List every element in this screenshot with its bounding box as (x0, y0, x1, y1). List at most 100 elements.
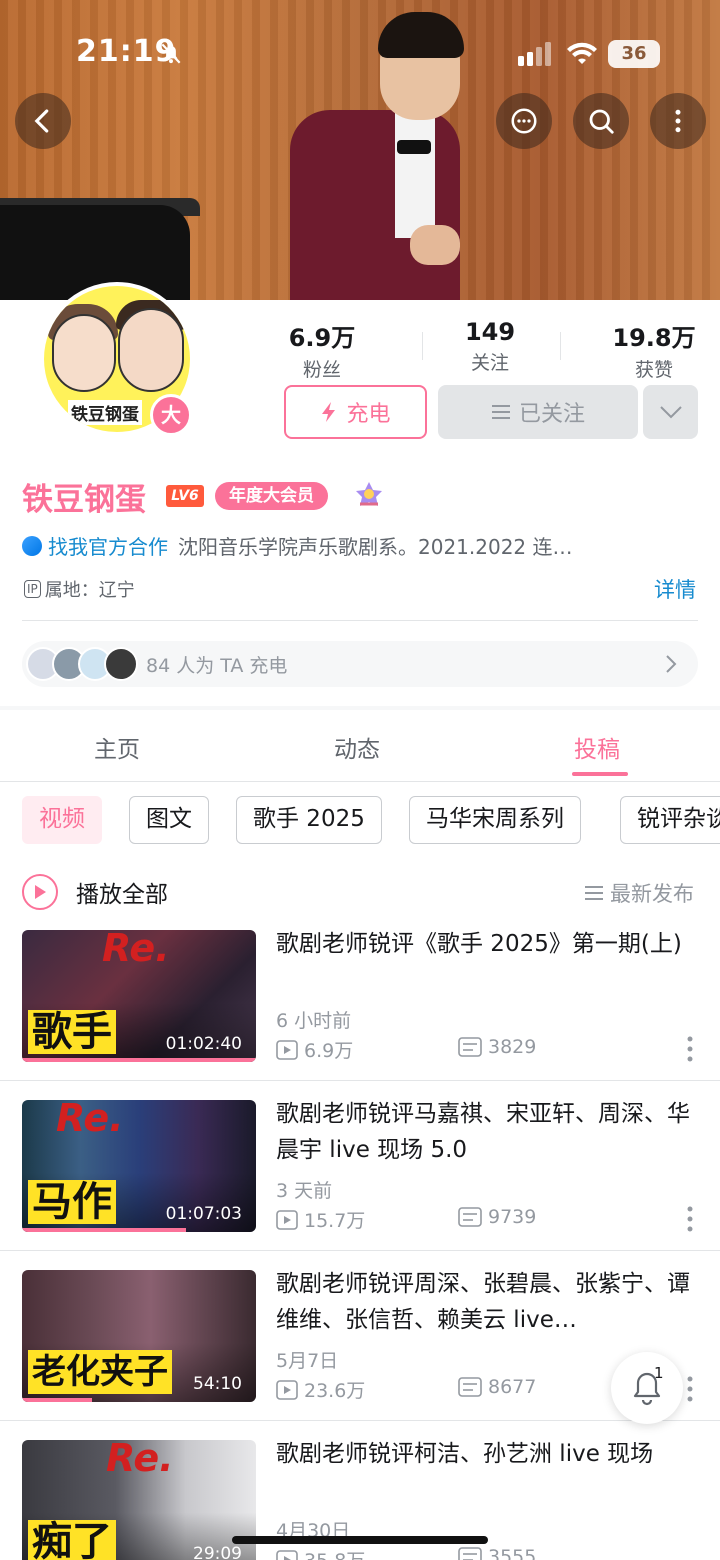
video-duration: 54:10 (193, 1374, 242, 1394)
more-vertical-icon[interactable] (684, 1374, 696, 1404)
chip-singer-2025[interactable]: 歌手 2025 (236, 796, 382, 844)
ip-tag: IP (24, 580, 41, 598)
official-cooperation-row[interactable]: 找我官方合作 沈阳音乐学院声乐歌剧系。2021.2022 连… (22, 531, 702, 560)
video-danmaku: 3829 (458, 1036, 536, 1058)
username: 铁豆钢蛋 (22, 482, 146, 518)
video-title[interactable]: 歌剧老师锐评周深、张碧晨、张紫宁、谭维维、张信哲、赖美云 live… (276, 1266, 696, 1338)
thumbnail-text: 老化夹子 (28, 1350, 172, 1394)
stat-fans[interactable]: 6.9万 粉丝 (278, 318, 366, 382)
video-title[interactable]: 歌剧老师锐评《歌手 2025》第一期(上) (276, 926, 696, 962)
watch-progress (22, 1228, 186, 1232)
level-badge: LV6 (166, 485, 204, 507)
video-item[interactable]: Re. 歌手 01:02:40 歌剧老师锐评《歌手 2025》第一期(上) 6 … (0, 930, 720, 1100)
watch-progress (22, 1398, 93, 1402)
medal-icon[interactable] (352, 478, 386, 512)
play-count-icon (276, 1549, 298, 1560)
more-vertical-icon (675, 109, 681, 133)
tab-submissions[interactable]: 投稿 (574, 730, 620, 764)
video-item[interactable]: Re. 马作 01:07:03 歌剧老师锐评马嘉祺、宋亚轩、周深、华晨宇 liv… (0, 1100, 720, 1270)
video-views: 35.8万 (276, 1546, 365, 1560)
home-indicator (232, 1536, 488, 1544)
details-link[interactable]: 详情 (654, 574, 696, 604)
chevron-right-icon (666, 655, 677, 673)
video-title[interactable]: 歌剧老师锐评柯洁、孙艺洲 live 现场 (276, 1436, 696, 1472)
thumbnail-text: 痴了 (28, 1520, 116, 1560)
category-chips: 视频 图文 歌手 2025 马华宋周系列 锐评杂谈 (22, 796, 720, 846)
profile-tabs: 主页 动态 投稿 (0, 710, 720, 782)
chevron-left-icon (34, 109, 49, 133)
ip-location: IP 属地：辽宁 (24, 576, 135, 602)
more-options-button[interactable] (650, 93, 706, 149)
danmaku-icon (458, 1037, 482, 1057)
video-danmaku: 3555 (458, 1546, 536, 1560)
cellular-signal-icon (518, 42, 551, 66)
chip-image-text[interactable]: 图文 (129, 796, 209, 844)
notification-button[interactable] (611, 1352, 683, 1424)
danmaku-icon (458, 1207, 482, 1227)
chip-series[interactable]: 马华宋周系列 (409, 796, 581, 844)
video-item[interactable]: 老化夹子 54:10 歌剧老师锐评周深、张碧晨、张紫宁、谭维维、张信哲、赖美云 … (0, 1270, 720, 1440)
follow-dropdown-button[interactable] (643, 385, 698, 439)
avatar-name-tag: 铁豆钢蛋 (68, 400, 142, 425)
sort-label: 最新发布 (610, 882, 694, 906)
supporter-avatar (104, 647, 138, 681)
back-button[interactable] (15, 93, 71, 149)
charge-supporters-bar[interactable]: 84 人为 TA 充电 (22, 641, 698, 687)
stat-fans-value: 6.9万 (288, 324, 356, 352)
play-icon (22, 874, 58, 910)
video-views: 15.7万 (276, 1206, 365, 1233)
sort-lines-icon (585, 886, 603, 900)
charge-supporters-text: 84 人为 TA 充电 (146, 654, 288, 677)
video-thumbnail[interactable]: Re. 马作 01:07:03 (22, 1100, 256, 1232)
chip-video[interactable]: 视频 (22, 796, 102, 844)
danmaku-icon (458, 1377, 482, 1397)
video-thumbnail[interactable]: Re. 歌手 01:02:40 (22, 930, 256, 1062)
active-tab-indicator (572, 772, 628, 776)
tab-home[interactable]: 主页 (94, 730, 140, 764)
bio-text: 沈阳音乐学院声乐歌剧系。2021.2022 连… (178, 535, 573, 559)
danmaku-icon (458, 1547, 482, 1560)
stat-fans-label: 粉丝 (302, 359, 341, 381)
thumbnail-text: 歌手 (28, 1010, 116, 1054)
more-vertical-icon[interactable] (684, 1204, 696, 1234)
video-duration: 29:09 (193, 1544, 242, 1560)
vip-badge[interactable]: 年度大会员 (215, 482, 328, 510)
video-danmaku: 8677 (458, 1376, 536, 1398)
message-button[interactable] (496, 93, 552, 149)
play-count-icon (276, 1209, 298, 1230)
search-icon (589, 109, 614, 134)
sort-button[interactable]: 最新发布 (584, 878, 694, 908)
search-button[interactable] (573, 93, 629, 149)
video-date: 6 小时前 (276, 1010, 352, 1032)
more-vertical-icon[interactable] (684, 1034, 696, 1064)
play-count-icon (276, 1039, 298, 1060)
charge-button[interactable]: 充电 (284, 385, 427, 439)
video-duration: 01:07:03 (165, 1204, 242, 1224)
lightning-icon (322, 402, 336, 422)
stat-following[interactable]: 149 关注 (450, 318, 530, 375)
watch-progress (22, 1058, 256, 1062)
play-all-button[interactable]: 播放全部 (22, 874, 168, 910)
stat-following-label: 关注 (470, 352, 509, 374)
charge-label: 充电 (346, 402, 391, 427)
bell-off-icon (161, 43, 181, 64)
video-thumbnail[interactable]: 老化夹子 54:10 (22, 1270, 256, 1402)
followed-label: 已关注 (518, 402, 585, 427)
notification-count: 1 (654, 1364, 664, 1382)
chip-misc[interactable]: 锐评杂谈 (620, 796, 720, 844)
big-member-badge: 大 (150, 394, 192, 436)
chat-bubble-icon (511, 108, 537, 134)
profile-stats: 6.9万 粉丝 149 关注 19.8万 获赞 (250, 318, 720, 381)
ip-location-text: 属地：辽宁 (44, 580, 135, 601)
stat-likes: 19.8万 获赞 (606, 318, 702, 382)
video-thumbnail[interactable]: Re. 痴了 29:09 (22, 1440, 256, 1560)
verified-icon (22, 535, 42, 556)
official-link[interactable]: 找我官方合作 (48, 531, 168, 560)
thumbnail-text: 马作 (28, 1180, 116, 1224)
video-title[interactable]: 歌剧老师锐评马嘉祺、宋亚轩、周深、华晨宇 live 现场 5.0 (276, 1096, 696, 1168)
followed-button[interactable]: 已关注 (438, 385, 638, 439)
stat-likes-value: 19.8万 (612, 324, 696, 352)
tab-dynamics[interactable]: 动态 (334, 730, 380, 764)
video-date: 3 天前 (276, 1180, 333, 1202)
video-date: 5月7日 (276, 1350, 339, 1372)
